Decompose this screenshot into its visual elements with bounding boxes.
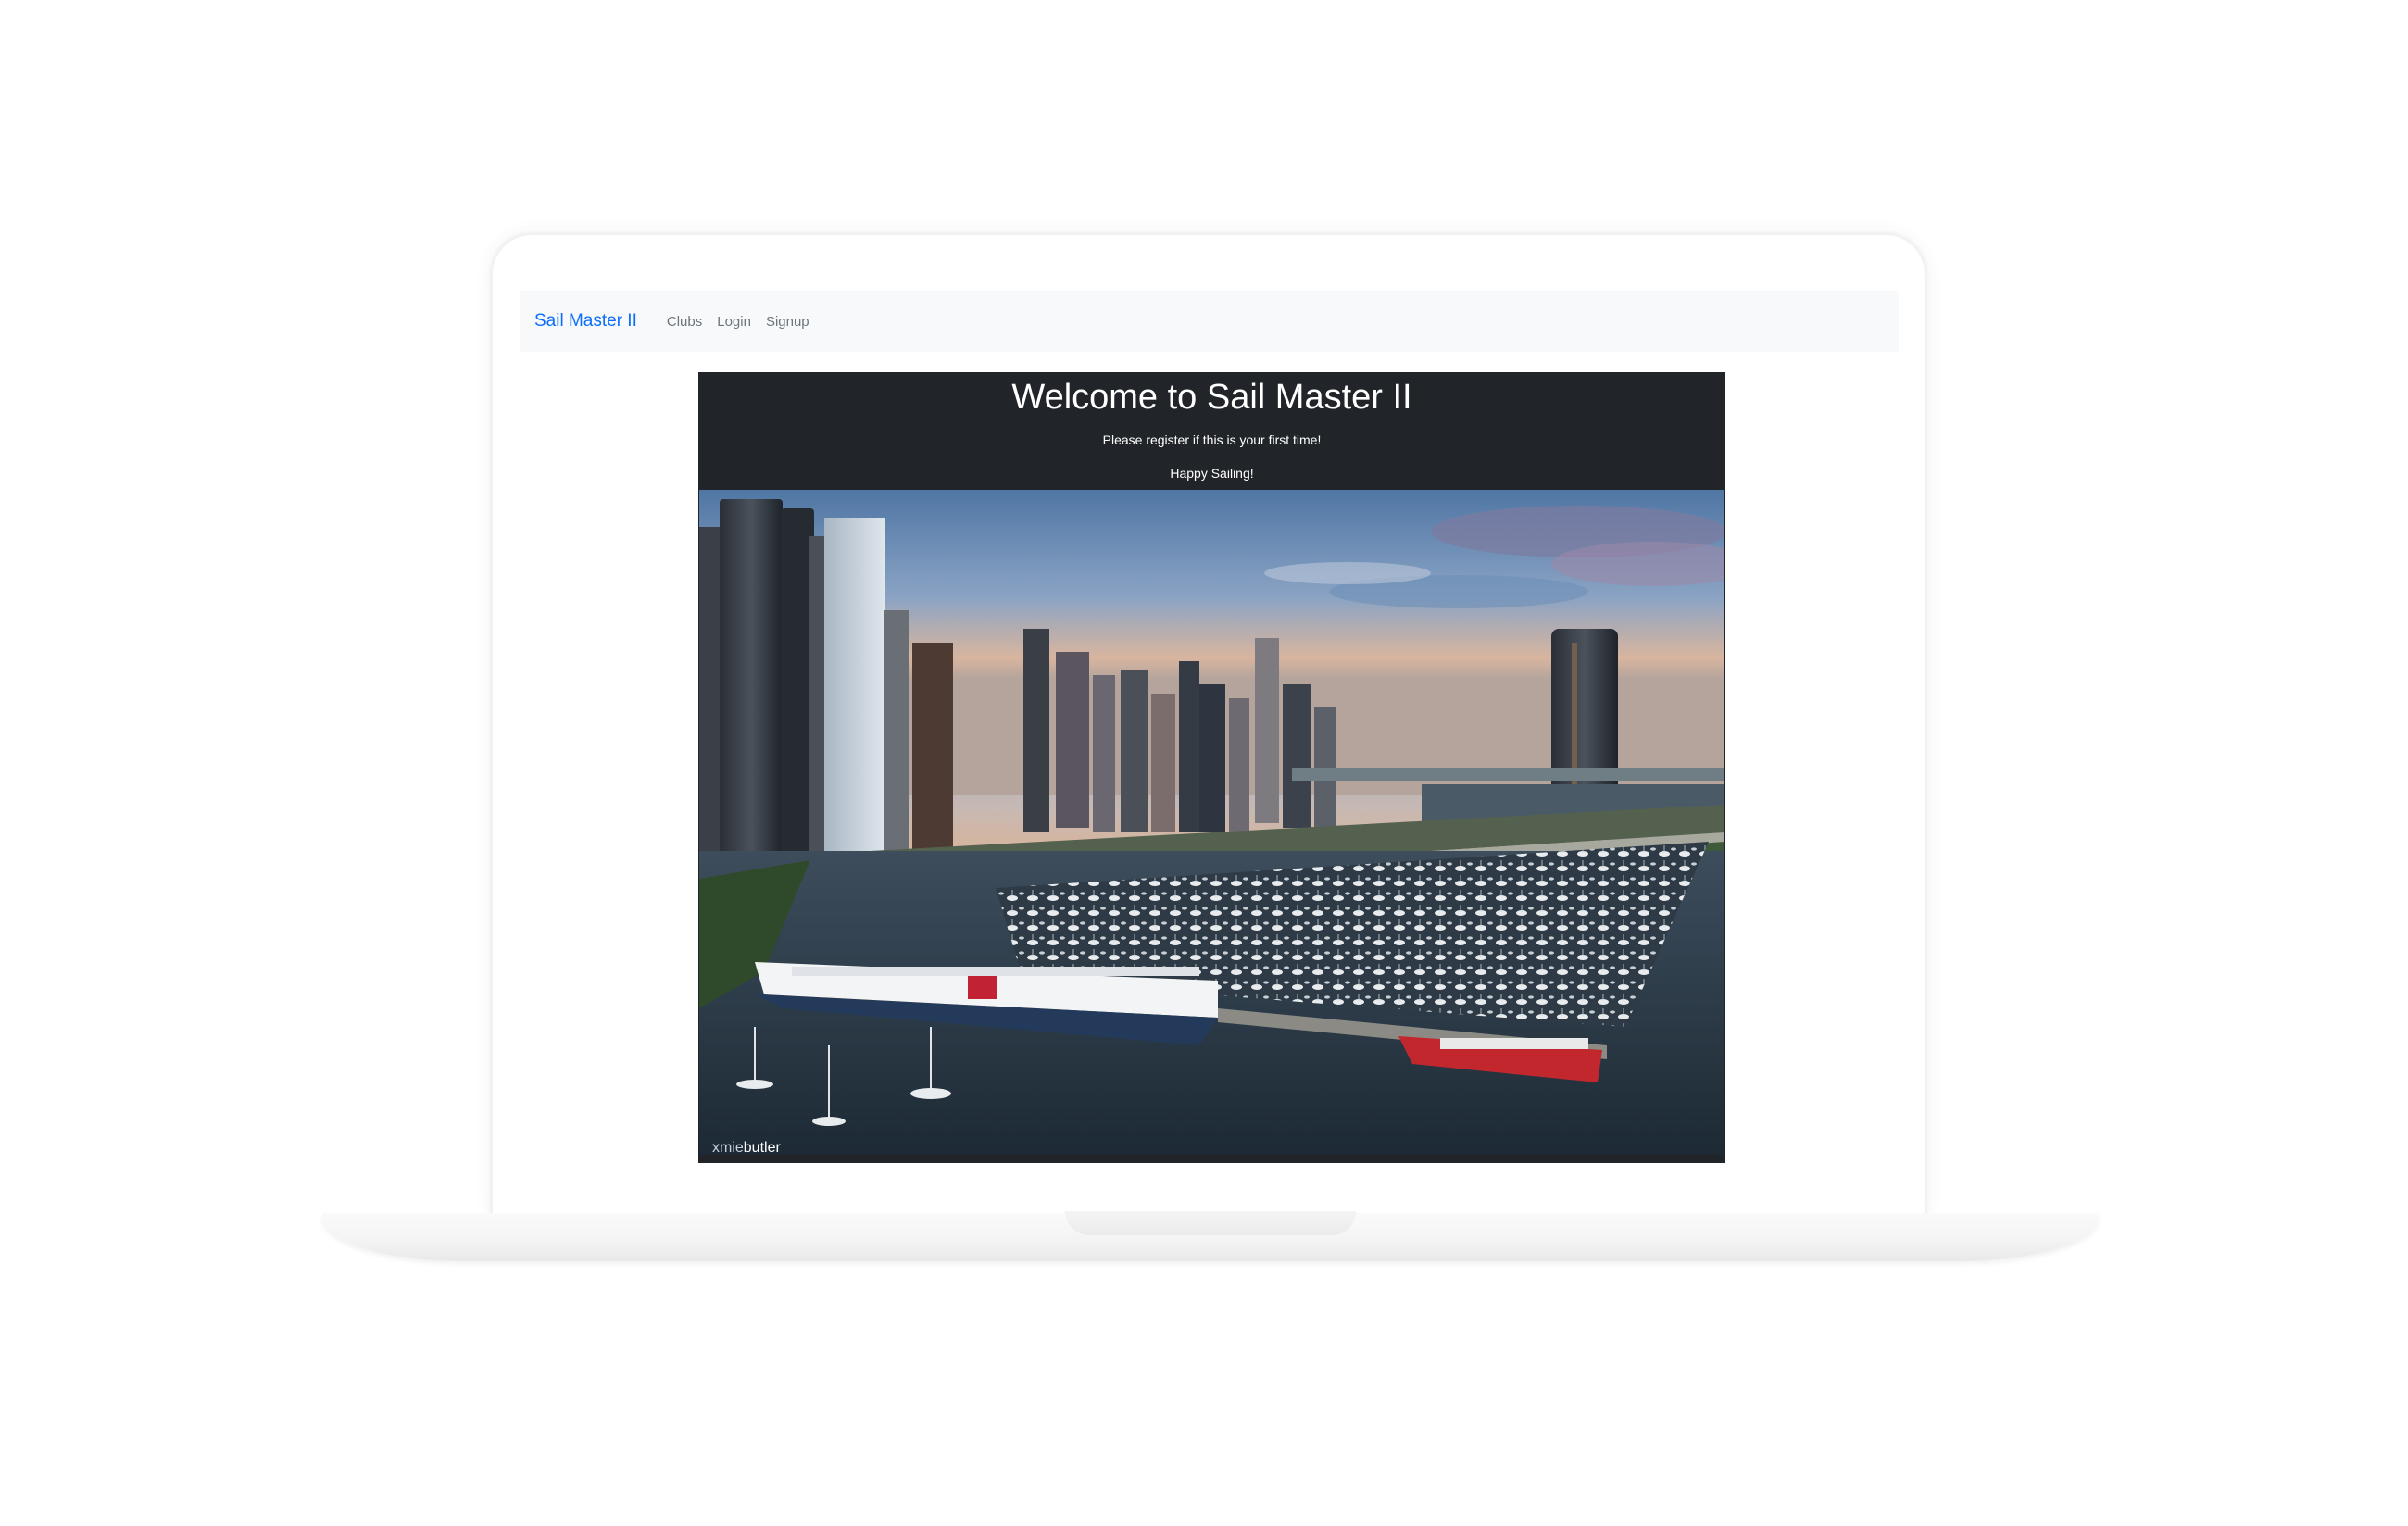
hero-photo: xmiebutler (699, 490, 1724, 1155)
nav-link-login[interactable]: Login (717, 314, 751, 330)
nav-link-signup[interactable]: Signup (766, 314, 809, 330)
skyline-illustration (699, 490, 1724, 1155)
hero-header: Welcome to Sail Master II Please registe… (698, 372, 1725, 490)
brand-link[interactable]: Sail Master II (534, 311, 637, 331)
nav-links: Clubs Login Signup (659, 314, 817, 330)
laptop-screen: Sail Master II Clubs Login Signup Welcom… (519, 267, 1899, 1163)
hero-title: Welcome to Sail Master II (1011, 378, 1412, 417)
nav-link-clubs[interactable]: Clubs (667, 314, 702, 330)
hero-tagline: Happy Sailing! (1170, 466, 1254, 481)
watermark-last: butler (743, 1140, 781, 1155)
hero-subtitle: Please register if this is your first ti… (1102, 432, 1322, 447)
laptop-notch (1065, 1211, 1356, 1235)
navbar: Sail Master II Clubs Login Signup (520, 291, 1899, 352)
hero-banner: Welcome to Sail Master II Please registe… (698, 372, 1725, 1163)
watermark-first: xmie (712, 1140, 744, 1155)
photo-watermark: xmiebutler (712, 1140, 781, 1155)
